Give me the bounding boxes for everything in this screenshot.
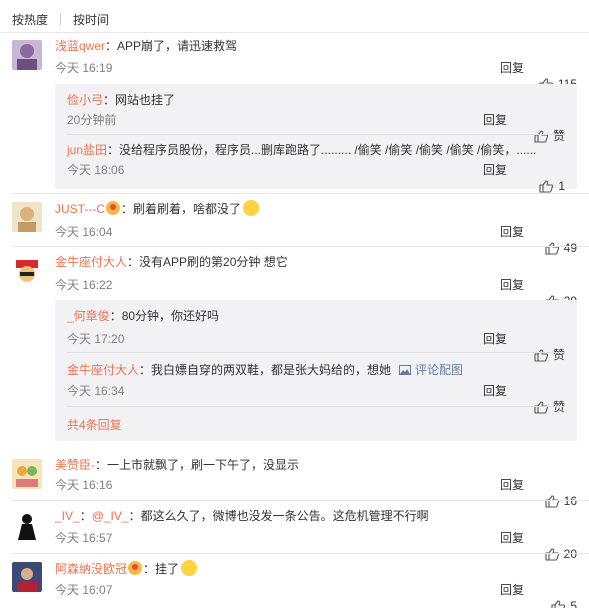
replies-box: 俭小弓：网站也挂了 20分钟前 回复 赞 jun盐田：没给程序员股份，程序员..… — [55, 84, 577, 193]
timestamp: 今天 17:20 — [67, 332, 125, 346]
comment-item: JUST---C ：刷着刷着，啥都没了 今天 16:04 回复 49 — [12, 198, 589, 255]
reply-item: _何章俊：80分钟，你还好吗 今天 17:20 回复 赞 — [67, 308, 565, 362]
divider — [67, 134, 565, 135]
divider — [67, 352, 565, 353]
divider — [12, 193, 589, 194]
like-count: 1 — [558, 179, 565, 193]
reply-text: ：80分钟，你还好吗 — [109, 309, 220, 323]
like-label: 赞 — [552, 348, 565, 362]
comment-image-link[interactable]: 评论配图 — [399, 363, 463, 377]
username[interactable]: jun盐田 — [67, 143, 107, 157]
avatar[interactable] — [12, 510, 42, 540]
like-label: 赞 — [552, 400, 565, 414]
avatar[interactable] — [12, 256, 42, 286]
reply-button[interactable]: 回复 — [500, 530, 524, 546]
timestamp: 今天 16:34 — [67, 384, 125, 398]
divider — [0, 32, 589, 33]
thumbs-up-icon — [534, 348, 548, 362]
timestamp: 今天 16:19 — [55, 61, 113, 75]
thumbs-up-icon — [551, 599, 566, 608]
comment-text: ：一上市就飘了，刷一下午了，没显示 — [95, 458, 300, 472]
vip-badge-icon — [128, 561, 143, 575]
username[interactable]: 美赞臣- — [55, 458, 95, 472]
laugh-emoji-icon — [243, 200, 260, 216]
tab-by-time[interactable]: 按时间 — [73, 11, 109, 28]
username[interactable]: _IV_ — [55, 509, 80, 523]
reply-item: jun盐田：没给程序员股份，程序员...删库跑路了......... /偷笑 /… — [67, 142, 565, 193]
sort-tabs: 按热度 按时间 — [12, 8, 109, 30]
divider — [12, 553, 589, 554]
like-button[interactable]: 1 — [539, 178, 565, 194]
avatar[interactable] — [12, 562, 42, 592]
reply-button[interactable]: 回复 — [500, 60, 524, 76]
image-link-label: 评论配图 — [415, 363, 464, 377]
username[interactable]: 金牛座付大人 — [55, 255, 127, 269]
thumbs-up-icon — [534, 129, 548, 143]
like-button[interactable]: 赞 — [534, 347, 565, 363]
username[interactable]: _何章俊 — [67, 309, 110, 323]
reply-button[interactable]: 回复 — [500, 477, 524, 493]
timestamp: 今天 16:16 — [55, 478, 113, 492]
divider — [67, 406, 565, 407]
divider — [12, 246, 589, 247]
avatar[interactable] — [12, 40, 42, 70]
timestamp: 今天 16:22 — [55, 278, 113, 292]
reply-text: ：我白嫖自穿的两双鞋，都是张大妈给的，想她 — [139, 363, 392, 377]
comment-item: 金牛座付大人：没有APP刷的第20分钟 想它 今天 16:22 回复 29 _何… — [12, 252, 589, 447]
like-button[interactable]: 5 — [551, 598, 577, 608]
comment-item: 浅蓝qwer：APP崩了，请迅速救驾 今天 16:19 回复 115 俭小弓：网… — [12, 36, 589, 216]
comment-text: ：都这么久了，微博也没发一条公告。这危机管理不行啊 — [128, 509, 429, 523]
timestamp: 20分钟前 — [67, 113, 117, 127]
vip-badge-icon — [106, 201, 120, 215]
reply-button[interactable]: 回复 — [483, 383, 507, 399]
comment-item: 阿森纳没欧冠 ：挂了 今天 16:07 回复 5 — [12, 558, 589, 608]
reply-button[interactable]: 回复 — [483, 331, 507, 347]
tab-by-hot[interactable]: 按热度 — [12, 11, 48, 28]
timestamp: 今天 16:07 — [55, 583, 113, 597]
username[interactable]: 俭小弓 — [67, 93, 103, 107]
reply-button[interactable]: 回复 — [500, 224, 524, 240]
comment-text: ：没有APP刷的第20分钟 想它 — [127, 255, 288, 269]
more-replies-link[interactable]: 共4条回复 — [67, 416, 122, 433]
image-icon — [399, 365, 412, 375]
avatar[interactable] — [12, 202, 42, 232]
thumbs-up-icon — [534, 400, 548, 414]
avatar[interactable] — [12, 459, 42, 489]
divider — [12, 500, 589, 501]
comment-text: ： — [79, 509, 92, 523]
like-button[interactable]: 赞 — [534, 399, 565, 415]
username[interactable]: 阿森纳没欧冠 — [55, 562, 127, 576]
reply-item: 金牛座付大人：我白嫖自穿的两双鞋，都是张大妈给的，想她 评论配图 今天 16:34… — [67, 362, 565, 414]
username[interactable]: JUST---C — [55, 202, 105, 216]
replies-box: _何章俊：80分钟，你还好吗 今天 17:20 回复 赞 金牛座付大人：我白嫖自… — [55, 300, 577, 441]
comment-text: ：APP崩了，请迅速救驾 — [105, 39, 238, 53]
username[interactable]: 浅蓝qwer — [55, 39, 105, 53]
timestamp: 今天 16:57 — [55, 531, 113, 545]
timestamp: 今天 16:04 — [55, 225, 113, 239]
reply-button[interactable]: 回复 — [483, 112, 507, 128]
sunglasses-emoji-icon — [181, 560, 198, 576]
username[interactable]: 金牛座付大人 — [67, 363, 139, 377]
reply-button[interactable]: 回复 — [500, 277, 524, 293]
comment-text: ：刷着刷着，啥都没了 — [121, 202, 242, 216]
reply-button[interactable]: 回复 — [483, 162, 507, 178]
tab-separator — [60, 13, 62, 25]
comment-item: _IV_：@_IV_：都这么久了，微博也没发一条公告。这危机管理不行啊 今天 1… — [12, 506, 589, 561]
timestamp: 今天 18:06 — [67, 163, 125, 177]
reply-text: ：网站也挂了 — [103, 93, 176, 107]
mention-link[interactable]: @_IV_ — [92, 509, 129, 523]
like-count: 5 — [570, 599, 577, 608]
reply-button[interactable]: 回复 — [500, 582, 524, 598]
comment-item: 美赞臣-：一上市就飘了，刷一下午了，没显示 今天 16:16 回复 16 — [12, 455, 589, 508]
reply-item: 俭小弓：网站也挂了 20分钟前 回复 赞 — [67, 92, 565, 143]
comment-text: ：挂了 — [143, 562, 180, 576]
reply-text: ：没给程序员股份，程序员...删库跑路了......... /偷笑 /偷笑 /偷… — [107, 143, 537, 157]
thumbs-up-icon — [539, 179, 554, 193]
